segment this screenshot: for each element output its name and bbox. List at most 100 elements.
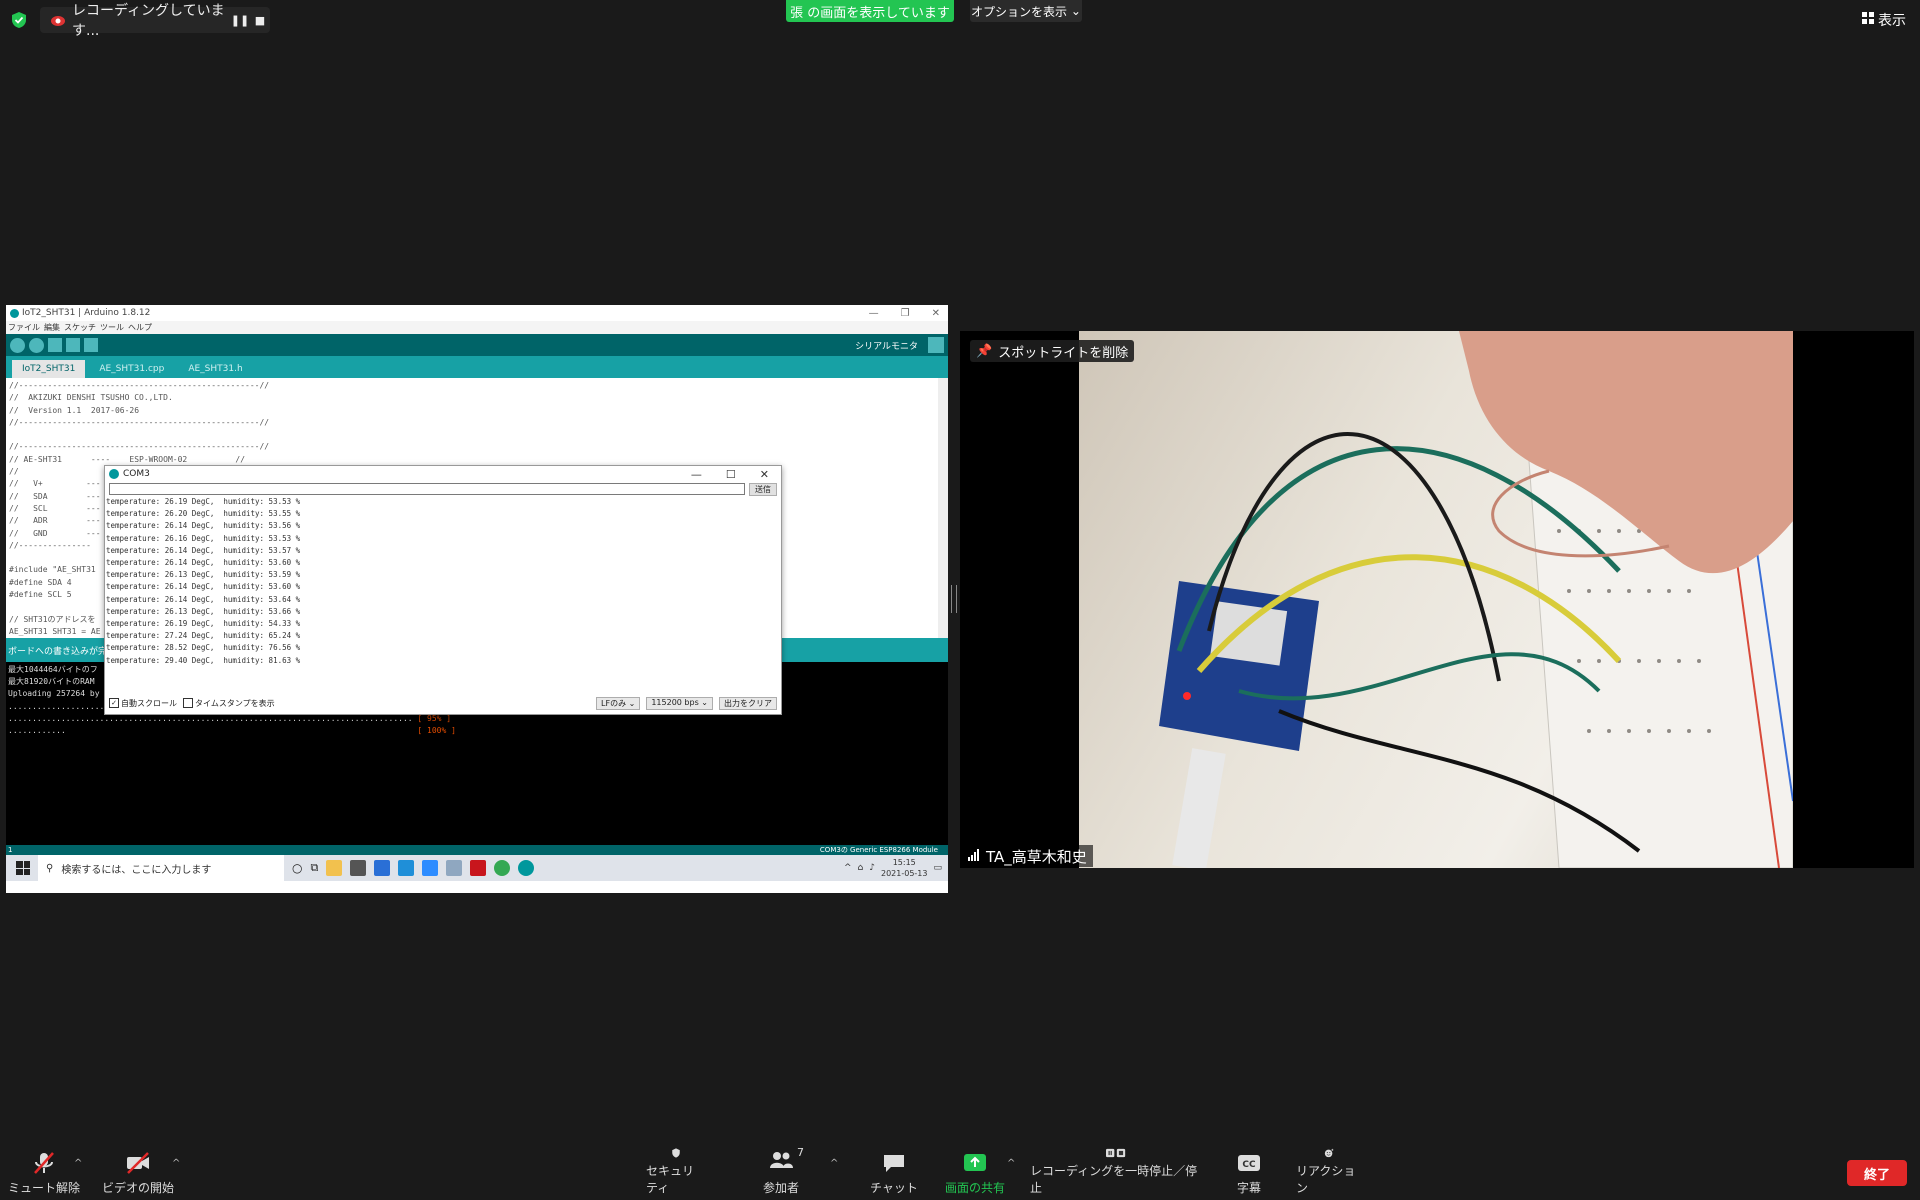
security-button[interactable]: セキュリティ <box>646 1148 706 1196</box>
app-icon[interactable] <box>446 860 463 876</box>
arduino-window-title: IoT2_SHT31 | Arduino 1.8.12 <box>22 308 151 318</box>
serial-line: temperature: 26.14 DegC, humidity: 53.64… <box>106 594 301 604</box>
serial-input[interactable] <box>109 483 745 495</box>
code-line: //--------------------------------------… <box>9 417 270 427</box>
view-label: 表示 <box>1878 13 1906 29</box>
maximize-icon[interactable]: ☐ <box>726 468 736 481</box>
store-icon[interactable] <box>350 860 367 876</box>
file-explorer-icon[interactable] <box>326 860 343 876</box>
com3-bottom-bar: ✓ 自動スクロール タイムスタンプを表示 LFのみ ⌄ 115200 bps ⌄ … <box>105 696 781 710</box>
mail-icon[interactable] <box>374 860 391 876</box>
baud-select[interactable]: 115200 bps ⌄ <box>646 696 713 710</box>
share-screen-button[interactable]: 画面の共有 <box>940 1148 1010 1196</box>
serial-monitor-label: シリアルモニタ <box>855 341 918 352</box>
arduino-logo-icon <box>109 469 119 479</box>
menu-tools[interactable]: ツール <box>100 322 124 333</box>
send-button[interactable]: 送信 <box>749 482 777 496</box>
chat-button[interactable]: チャット <box>866 1148 922 1196</box>
l-app-icon[interactable] <box>398 860 415 876</box>
security-shield-icon[interactable] <box>10 11 28 29</box>
minimize-icon[interactable]: — <box>691 468 702 481</box>
maximize-icon[interactable]: ❐ <box>901 308 910 319</box>
chat-label: チャット <box>870 1181 918 1195</box>
svg-text:CC: CC <box>1242 1160 1256 1170</box>
participants-count: 7 <box>797 1146 804 1159</box>
arduino-menubar: ファイル 編集 スケッチ ツール ヘルプ <box>6 321 948 334</box>
arduino-app-icon[interactable] <box>518 860 535 876</box>
network-icon[interactable]: ⌂ <box>858 863 864 873</box>
minimize-icon[interactable]: — <box>869 308 879 319</box>
new-sketch-icon[interactable] <box>48 338 62 352</box>
close-icon[interactable]: ✕ <box>760 468 769 481</box>
menu-sketch[interactable]: スケッチ <box>64 322 96 333</box>
tab-iot2-sht31[interactable]: IoT2_SHT31 <box>12 360 86 378</box>
autoscroll-checkbox[interactable]: ✓ 自動スクロール <box>109 698 177 709</box>
progress-dots: ........................................… <box>8 713 418 723</box>
search-icon: ⚲ <box>46 862 54 874</box>
arduino-tabs: IoT2_SHT31 AE_SHT31.cpp AE_SHT31.h <box>6 356 948 378</box>
unmute-button[interactable]: ミュート解除 <box>8 1148 80 1196</box>
participants-button[interactable]: 7 参加者 <box>756 1146 806 1196</box>
captions-button[interactable]: CC 字幕 <box>1222 1148 1276 1196</box>
com3-title: COM3 <box>123 469 150 479</box>
taskbar-search[interactable]: ⚲ 検索するには、ここに入力します <box>38 855 284 881</box>
tray-chevron-icon[interactable]: ^ <box>844 863 852 873</box>
captions-icon: CC <box>1238 1155 1260 1171</box>
splitter-handle[interactable] <box>951 585 957 613</box>
arduino-titlebar: IoT2_SHT31 | Arduino 1.8.12 — ❐ ✕ <box>6 305 948 321</box>
menu-help[interactable]: ヘルプ <box>128 322 152 333</box>
code-line: // Version 1.1 2017-06-26 <box>9 405 140 415</box>
share-options-chevron-icon[interactable]: ^ <box>1007 1158 1015 1169</box>
taskbar-clock[interactable]: 15:15 2021-05-13 <box>881 857 928 879</box>
end-meeting-button[interactable]: 終了 <box>1847 1160 1907 1186</box>
windows-start-icon[interactable] <box>16 861 30 875</box>
line-ending-select[interactable]: LFのみ ⌄ <box>596 696 641 710</box>
options-button[interactable]: オプションを表示 ⌄ <box>970 0 1082 22</box>
check-icon: ✓ <box>109 698 119 708</box>
serial-line: temperature: 26.19 DegC, humidity: 53.53… <box>106 497 301 506</box>
timestamp-checkbox[interactable]: タイムスタンプを表示 <box>183 698 275 709</box>
verify-icon[interactable] <box>10 337 25 353</box>
baud-value: 115200 bps <box>651 697 699 707</box>
pause-recording-icon[interactable]: ❚❚ <box>230 14 250 27</box>
menu-file[interactable]: ファイル <box>8 322 40 333</box>
audio-options-chevron-icon[interactable]: ^ <box>74 1158 82 1169</box>
task-view-icon[interactable]: ⧉ <box>310 861 318 875</box>
options-label: オプションを表示 <box>971 4 1068 19</box>
board-info: COM3の Generic ESP8266 Module <box>819 846 938 854</box>
captions-label: 字幕 <box>1236 1181 1261 1195</box>
save-sketch-icon[interactable] <box>84 338 98 352</box>
serial-line: temperature: 28.52 DegC, humidity: 76.56… <box>106 643 301 653</box>
remove-spotlight-button[interactable]: 📌 スポットライトを削除 <box>970 340 1135 362</box>
zoom-app-icon[interactable] <box>422 860 439 876</box>
reactions-button[interactable]: リアクション <box>1296 1148 1362 1196</box>
tab-ae-sht31-h[interactable]: AE_SHT31.h <box>178 360 252 378</box>
participants-chevron-icon[interactable]: ^ <box>830 1158 838 1169</box>
editor-scrollbar[interactable] <box>938 378 948 638</box>
tab-ae-sht31-cpp[interactable]: AE_SHT31.cpp <box>89 360 174 378</box>
stop-recording-icon[interactable]: ■ <box>250 14 270 27</box>
acrobat-icon[interactable] <box>470 860 487 876</box>
view-button[interactable]: 表示 <box>1862 10 1906 30</box>
notification-icon[interactable]: ▭ <box>933 863 942 873</box>
chrome-icon[interactable] <box>494 860 511 876</box>
volume-icon[interactable]: ♪ <box>869 863 875 873</box>
recording-control-button[interactable]: レコーディングを一時停止／停止 <box>1030 1148 1202 1196</box>
progress-percent: [ 100% ] <box>417 726 456 736</box>
recording-text: レコーディングしています... <box>72 3 225 39</box>
serial-monitor-icon[interactable] <box>928 337 944 353</box>
video-options-chevron-icon[interactable]: ^ <box>172 1158 180 1169</box>
code-line: //--------------------------------------… <box>9 381 270 390</box>
reactions-label: リアクション <box>1296 1164 1356 1195</box>
start-video-button[interactable]: ビデオの開始 <box>102 1148 174 1196</box>
line-number: 1 <box>8 846 13 854</box>
menu-edit[interactable]: 編集 <box>44 322 60 333</box>
upload-icon[interactable] <box>29 337 44 353</box>
close-icon[interactable]: ✕ <box>932 308 940 319</box>
start-video-label: ビデオの開始 <box>102 1181 175 1195</box>
clear-output-button[interactable]: 出力をクリア <box>719 696 777 710</box>
com3-titlebar: COM3 — ☐ ✕ <box>105 466 781 482</box>
cortana-icon[interactable]: ○ <box>292 861 302 875</box>
open-sketch-icon[interactable] <box>66 338 80 352</box>
